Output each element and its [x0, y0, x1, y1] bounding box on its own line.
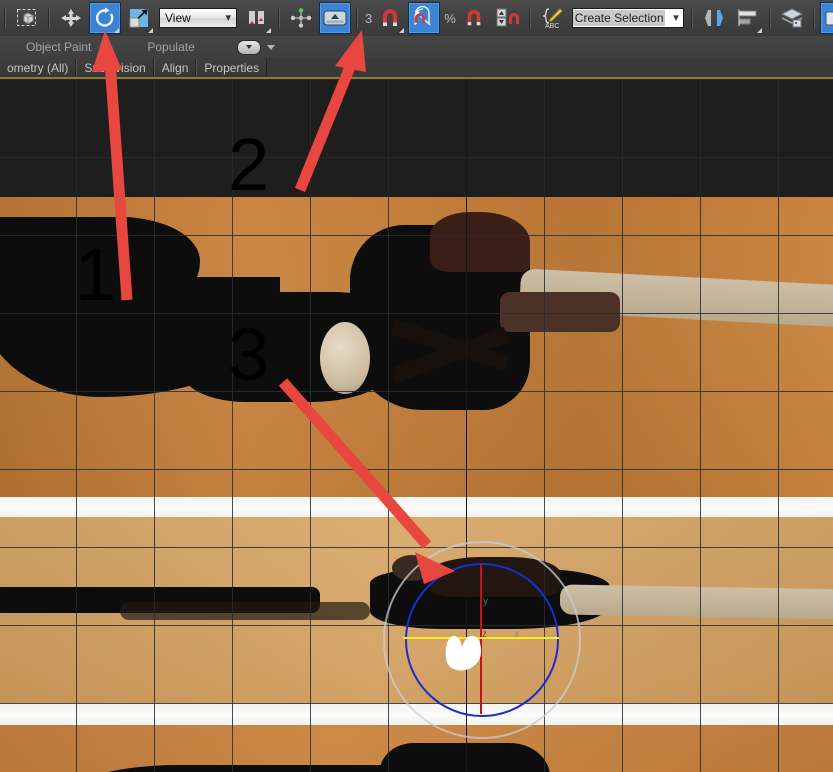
percent-snap-toggle-button[interactable]	[458, 2, 490, 34]
svg-text:ABC: ABC	[545, 23, 559, 30]
gizmo-z-label: z	[482, 629, 487, 640]
tab-properties[interactable]: Properties	[196, 58, 267, 77]
tab-label: Subdivision	[84, 61, 145, 75]
cube-select-icon	[24, 13, 33, 24]
gizmo-x-label: x	[514, 629, 519, 640]
coordinate-system-value: View	[165, 11, 191, 25]
align-icon	[735, 6, 761, 30]
tab-label: Properties	[204, 61, 259, 75]
named-set-pencil-icon: ABC	[539, 6, 565, 30]
edit-named-selection-sets-button[interactable]: ABC	[536, 2, 568, 34]
use-pivot-point-center-button[interactable]	[241, 2, 273, 34]
align-button[interactable]	[732, 2, 764, 34]
toolbar-separator	[4, 7, 6, 29]
flyout-indicator	[757, 28, 762, 33]
named-selection-value: Create Selection Se	[573, 10, 665, 26]
select-object-button[interactable]	[11, 2, 43, 34]
chevron-down-icon: ▾	[225, 13, 231, 24]
tab-geometry-all[interactable]: ometry (All)	[0, 58, 76, 77]
angle-magnet-icon	[412, 6, 436, 30]
toolbar-separator	[769, 7, 771, 29]
keyboard-shortcut-override-button[interactable]	[319, 2, 351, 34]
mirror-icon	[701, 6, 727, 30]
manipulate-icon	[288, 6, 314, 30]
main-toolbar: View ▾	[0, 0, 833, 37]
pivot-center-icon	[244, 6, 270, 30]
flyout-indicator	[114, 28, 119, 33]
select-and-scale-button[interactable]	[123, 2, 155, 34]
tab-label: Align	[162, 61, 189, 75]
mirror-button[interactable]	[698, 2, 730, 34]
material-editor-button[interactable]	[820, 2, 833, 34]
tab-label: ometry (All)	[7, 61, 68, 75]
toolbar-separator	[356, 7, 358, 29]
magnet-icon	[379, 7, 401, 29]
select-and-rotate-button[interactable]	[89, 2, 121, 34]
toolbar-separator	[813, 7, 815, 29]
object-paint-label[interactable]: Object Paint	[26, 40, 91, 54]
toolbar-separator	[529, 7, 531, 29]
toolbar-separator	[691, 7, 693, 29]
percent-symbol-label: %	[444, 11, 456, 26]
chevron-down-icon[interactable]: ▾	[673, 12, 679, 24]
rotate-gizmo[interactable]: y z x	[383, 541, 581, 739]
reference-plane-top	[0, 197, 833, 517]
toolbar-separator	[278, 7, 280, 29]
chevron-down-icon[interactable]	[267, 45, 275, 50]
select-and-manipulate-button[interactable]	[285, 2, 317, 34]
ribbon-tabs: ometry (All) Subdivision Align Propertie…	[0, 58, 833, 78]
reference-coordinate-system[interactable]: View ▾	[159, 8, 237, 28]
keyboard-override-icon	[322, 7, 348, 29]
flyout-indicator	[148, 28, 153, 33]
gizmo-y-label: y	[483, 596, 488, 607]
ribbon-strip: Object Paint Populate	[0, 36, 833, 59]
percent-magnet-icon	[464, 8, 484, 28]
named-selection-sets-field[interactable]: Create Selection Se ▾	[572, 8, 684, 28]
spinner-magnet-icon	[495, 7, 521, 29]
snaps-toggle-button[interactable]	[374, 2, 406, 34]
spinner-snap-toggle-button[interactable]	[492, 2, 524, 34]
tab-align[interactable]: Align	[154, 58, 197, 77]
angle-snap-toggle-button[interactable]	[408, 2, 440, 34]
layer-explorer-button[interactable]	[776, 2, 808, 34]
toolbar-separator	[48, 7, 50, 29]
layers-icon	[779, 6, 805, 30]
viewport-background	[0, 79, 833, 197]
flyout-indicator	[266, 28, 271, 33]
viewport[interactable]: y z x	[0, 77, 833, 772]
application-window: View ▾	[0, 0, 833, 772]
select-and-move-button[interactable]	[55, 2, 87, 34]
move-arrows-icon	[58, 6, 84, 30]
selected-sub-object[interactable]	[441, 629, 497, 675]
tab-subdivision[interactable]: Subdivision	[76, 58, 153, 77]
pill-dropdown-icon[interactable]	[237, 40, 261, 55]
flyout-indicator	[399, 28, 404, 33]
scale-icon	[127, 6, 151, 30]
populate-label[interactable]: Populate	[147, 40, 194, 54]
material-editor-icon	[823, 6, 833, 30]
snap-count-label: 3	[365, 11, 372, 26]
rotate-arrow-icon	[93, 6, 117, 30]
